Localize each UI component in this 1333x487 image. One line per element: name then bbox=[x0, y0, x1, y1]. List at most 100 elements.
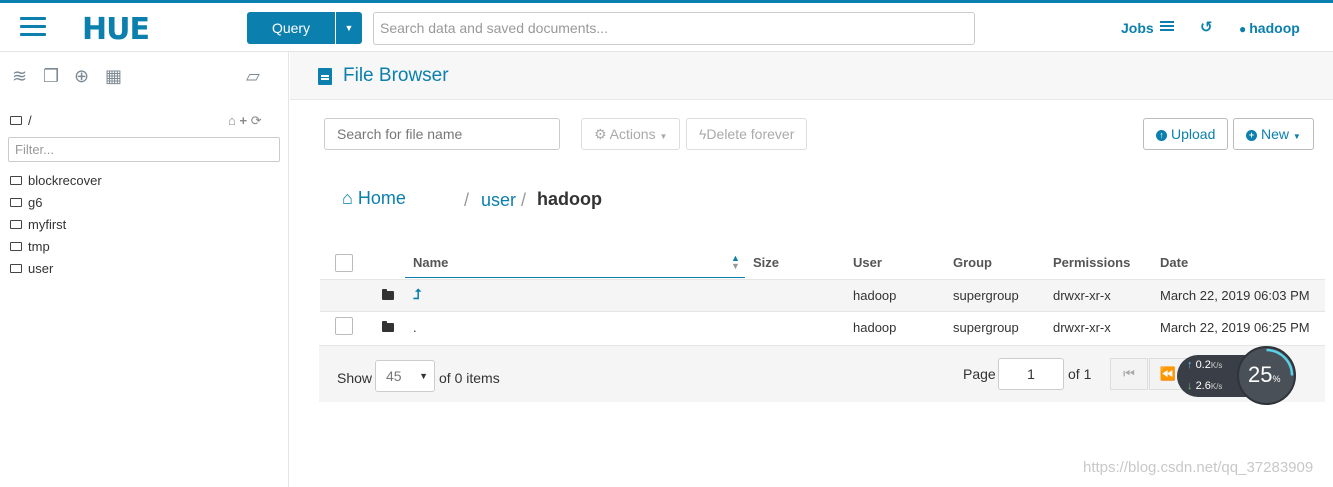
file-search-input[interactable]: Search for file name bbox=[324, 118, 560, 150]
delete-label: Delete forever bbox=[706, 126, 795, 142]
breadcrumb-separator: / bbox=[521, 190, 527, 210]
page-label: Page bbox=[963, 366, 996, 382]
folder-icon bbox=[10, 264, 22, 273]
sort-ascending-icon[interactable]: ▲ ▼ bbox=[731, 254, 740, 271]
parent-directory-icon[interactable]: ⮥ bbox=[413, 286, 421, 303]
sort-indicator-line bbox=[405, 277, 745, 278]
root-path-label: / bbox=[28, 113, 32, 128]
cell-permissions: drwxr-xr-x bbox=[1053, 288, 1111, 303]
breadcrumb-home-label: Home bbox=[357, 188, 406, 208]
upload-button[interactable]: ↑ Upload bbox=[1143, 118, 1229, 150]
table-header: Name ▲ ▼ Size User Group Permissions Date bbox=[320, 248, 1325, 279]
global-search-input[interactable]: Search data and saved documents... bbox=[373, 12, 975, 45]
actions-label: Actions bbox=[609, 126, 656, 142]
delete-forever-button[interactable]: ϟDelete forever bbox=[686, 118, 808, 150]
refresh-icon[interactable]: ⟳ bbox=[251, 113, 262, 128]
tree-item[interactable]: g6 bbox=[10, 192, 102, 214]
page-size-select[interactable]: 45 ▼ bbox=[375, 360, 435, 392]
folder-icon bbox=[10, 116, 22, 125]
filter-input[interactable]: Filter... bbox=[8, 137, 280, 162]
row-checkbox[interactable] bbox=[335, 317, 353, 335]
cell-user: hadoop bbox=[853, 320, 897, 335]
tree-item-label: user bbox=[28, 261, 54, 276]
tree-item[interactable]: myfirst bbox=[10, 214, 102, 236]
page-header: File Browser bbox=[290, 52, 1333, 100]
table-row[interactable]: . hadoop supergroup drwxr-xr-x March 22,… bbox=[320, 311, 1325, 343]
cell-user: hadoop bbox=[853, 288, 897, 303]
database-icon[interactable]: ≋ bbox=[12, 66, 27, 87]
usage-percent: 25% bbox=[1248, 362, 1281, 388]
tree-item[interactable]: tmp bbox=[10, 236, 102, 258]
tree-item-label: g6 bbox=[28, 195, 43, 210]
select-all-checkbox[interactable] bbox=[335, 254, 353, 272]
watermark: https://blog.csdn.net/qq_37283909 bbox=[1083, 459, 1314, 476]
download-speed: ↓ 2.6K/s bbox=[1187, 380, 1222, 392]
actions-button[interactable]: ⚙ Actions ▼ bbox=[581, 118, 681, 150]
new-label: New bbox=[1261, 126, 1290, 142]
home-icon: ⌂ bbox=[342, 188, 353, 208]
left-assist-panel: ≋ ❐ ⊕ ▦ ▱ / ⌂ + ⟳ Filter... blockrecover… bbox=[0, 52, 289, 487]
jobs-list-icon[interactable] bbox=[1160, 21, 1174, 33]
column-permissions[interactable]: Permissions bbox=[1053, 255, 1130, 270]
add-icon[interactable]: + bbox=[239, 113, 247, 128]
history-icon[interactable]: ↺ bbox=[1200, 18, 1213, 36]
total-pages: of 1 bbox=[1068, 366, 1092, 382]
main-content: File Browser Search for file name ⚙ Acti… bbox=[290, 52, 1333, 487]
column-name[interactable]: Name bbox=[413, 255, 448, 270]
tree-item-label: blockrecover bbox=[28, 173, 102, 188]
breadcrumb-user[interactable]: user bbox=[481, 190, 516, 211]
hamburger-menu-icon[interactable] bbox=[20, 17, 46, 37]
upload-speed-unit: K/s bbox=[1210, 361, 1223, 370]
cell-date: March 22, 2019 06:03 PM bbox=[1160, 288, 1310, 303]
query-button[interactable]: Query bbox=[247, 12, 335, 44]
download-speed-unit: K/s bbox=[1210, 382, 1223, 391]
top-navbar: HUE Query ▼ Search data and saved docume… bbox=[0, 3, 1333, 52]
jobs-link[interactable]: Jobs bbox=[1121, 20, 1154, 36]
caret-down-icon: ▼ bbox=[659, 132, 668, 141]
current-root-path[interactable]: / bbox=[10, 113, 32, 128]
folder-tree: blockrecover g6 myfirst tmp user bbox=[10, 170, 102, 280]
cell-permissions: drwxr-xr-x bbox=[1053, 320, 1111, 335]
page-title: File Browser bbox=[343, 65, 449, 86]
column-group[interactable]: Group bbox=[953, 255, 992, 270]
upload-label: Upload bbox=[1171, 126, 1216, 142]
folder-icon bbox=[382, 289, 394, 300]
documents-icon[interactable]: ❐ bbox=[43, 66, 59, 87]
page-number-input[interactable]: 1 bbox=[998, 358, 1064, 390]
table-footer: Show 45 ▼ of 0 items Page 1 of 1 ⏮ ⏪ bbox=[319, 345, 1325, 402]
usage-percent-value: 25 bbox=[1248, 362, 1273, 387]
upload-arrow-icon: ↑ bbox=[1156, 130, 1167, 141]
caret-down-icon: ▼ bbox=[419, 371, 428, 381]
zoom-search-icon[interactable]: ⊕ bbox=[74, 66, 89, 87]
tree-item-label: tmp bbox=[28, 239, 50, 254]
cell-group: supergroup bbox=[953, 288, 1019, 303]
cell-name[interactable]: . bbox=[413, 320, 417, 335]
breadcrumb-separator: / bbox=[464, 190, 470, 210]
column-user[interactable]: User bbox=[853, 255, 882, 270]
first-page-icon[interactable]: ⏮ bbox=[1110, 358, 1148, 390]
column-size[interactable]: Size bbox=[753, 255, 779, 270]
table-row[interactable]: ⮥ hadoop supergroup drwxr-xr-x March 22,… bbox=[320, 279, 1325, 311]
hue-logo[interactable]: HUE bbox=[82, 12, 150, 47]
user-menu[interactable]: ● hadoop bbox=[1239, 20, 1300, 36]
tree-item[interactable]: blockrecover bbox=[10, 170, 102, 192]
folder-icon bbox=[10, 176, 22, 185]
show-label: Show bbox=[337, 370, 373, 386]
breadcrumb-home[interactable]: ⌂ Home bbox=[342, 188, 406, 209]
left-path-actions: ⌂ + ⟳ bbox=[228, 113, 262, 129]
folder-open-icon[interactable]: ▱ bbox=[246, 66, 260, 87]
items-count: of 0 items bbox=[439, 370, 500, 386]
upload-speed: ↑ 0.2K/s bbox=[1187, 359, 1222, 371]
home-icon[interactable]: ⌂ bbox=[228, 113, 236, 128]
query-dropdown-caret-icon[interactable]: ▼ bbox=[336, 12, 362, 44]
folder-icon bbox=[382, 321, 394, 332]
plus-circle-icon: + bbox=[1246, 130, 1257, 141]
gear-icon: ⚙ bbox=[594, 126, 610, 142]
grid-icon[interactable]: ▦ bbox=[105, 66, 122, 87]
column-date[interactable]: Date bbox=[1160, 255, 1188, 270]
tree-item[interactable]: user bbox=[10, 258, 102, 280]
folder-icon bbox=[10, 220, 22, 229]
breadcrumb-current[interactable]: hadoop bbox=[537, 189, 602, 210]
cell-group: supergroup bbox=[953, 320, 1019, 335]
new-button[interactable]: + New ▼ bbox=[1233, 118, 1314, 150]
